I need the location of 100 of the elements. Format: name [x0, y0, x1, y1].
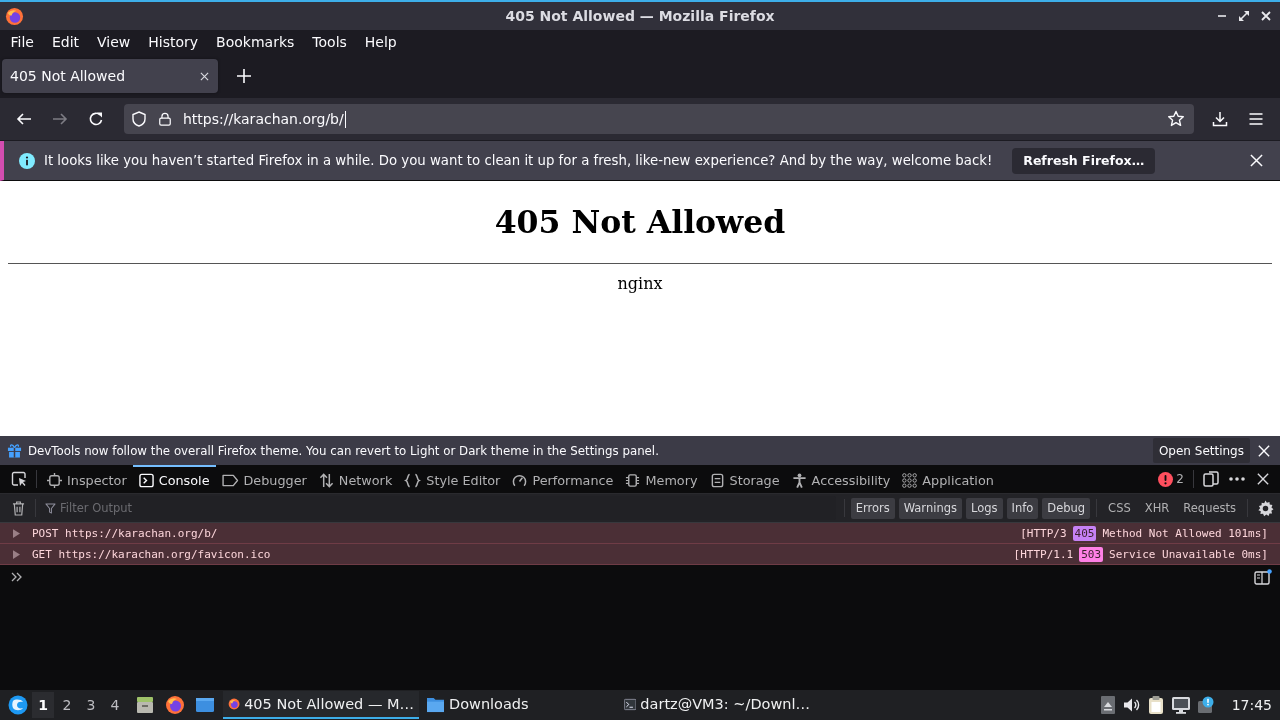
request-filter-toggle[interactable]: XHR: [1139, 497, 1175, 519]
speaker-icon: [1122, 697, 1141, 713]
devtools-tab[interactable]: Network: [312, 465, 399, 493]
reload-icon: [88, 111, 104, 127]
clipboard-icon: [1147, 695, 1164, 715]
close-icon: [1258, 444, 1270, 457]
clock: 17:45: [1231, 697, 1272, 713]
open-settings-button[interactable]: Open Settings: [1152, 438, 1250, 463]
close-icon: [1257, 473, 1269, 485]
address-bar[interactable]: https://karachan.org/b/: [124, 104, 1194, 134]
drawer-icon: [135, 695, 155, 715]
menu-item[interactable]: Tools: [303, 32, 356, 52]
menu-item[interactable]: View: [88, 32, 139, 52]
close-icon: [1261, 11, 1271, 21]
gauge-icon: [512, 472, 528, 488]
folder-icon: [426, 695, 445, 713]
log-level-toggle[interactable]: Errors: [850, 497, 895, 519]
console-icon: [138, 472, 154, 488]
gift-icon: [7, 443, 22, 458]
chevrons-icon: [11, 572, 23, 582]
error-count-button[interactable]: 2: [1153, 471, 1189, 487]
devtools-tab[interactable]: Performance: [506, 465, 620, 493]
shield-icon[interactable]: [131, 111, 147, 127]
person-icon: [791, 472, 807, 488]
up-down-arrows-icon: [318, 472, 334, 488]
close-icon: [199, 71, 209, 81]
window-icon: [195, 695, 215, 715]
menu-icon: [1248, 111, 1264, 127]
more-icon: [1229, 477, 1245, 481]
grid-icon: [902, 472, 918, 488]
taskbar-window-button[interactable]: Downloads: [421, 691, 617, 719]
menu-item[interactable]: Help: [356, 32, 406, 52]
workspace-button[interactable]: 4: [104, 692, 126, 718]
request-filter-toggle[interactable]: Requests: [1178, 497, 1241, 519]
devtools-tab[interactable]: Debugger: [215, 465, 313, 493]
devtools-tab[interactable]: Accessibility: [785, 465, 897, 493]
console-error-row[interactable]: GET https://karachan.org/favicon.ico [HTTP/1.1 503 Service Unavailable 0ms]: [0, 544, 1280, 565]
error-icon: [1158, 471, 1174, 487]
disclosure-triangle-icon[interactable]: [13, 549, 20, 559]
workspace-button[interactable]: 2: [56, 692, 78, 718]
split-window-icon: [1203, 471, 1219, 487]
workspace-button[interactable]: 1: [32, 692, 54, 718]
back-arrow-icon: [16, 111, 32, 127]
trash-icon: [11, 500, 25, 516]
info-icon: [19, 152, 35, 169]
tab-title: 405 Not Allowed: [10, 68, 127, 84]
log-level-toggle[interactable]: Info: [1006, 497, 1039, 519]
devtools-tab[interactable]: Inspector: [41, 465, 133, 493]
console-error-row[interactable]: POST https://karachan.org/b/ [HTTP/3 405 Method Not Allowed 101ms]: [0, 523, 1280, 544]
funnel-icon: [45, 502, 56, 514]
plus-icon: [237, 69, 251, 83]
status-code: 405: [1072, 525, 1097, 541]
maximize-icon: [1239, 11, 1249, 21]
log-level-toggle[interactable]: Logs: [965, 497, 1003, 519]
menu-item[interactable]: Edit: [43, 32, 88, 52]
browser-logo-icon: [5, 6, 24, 26]
lock-icon[interactable]: [158, 111, 172, 127]
disclosure-triangle-icon[interactable]: [13, 528, 20, 538]
network-icon: [1170, 696, 1191, 714]
server-name: nginx: [617, 274, 663, 294]
braces-icon: [404, 472, 422, 488]
browser-tab[interactable]: 405 Not Allowed: [2, 59, 218, 93]
request-line: POST https://karachan.org/b/: [32, 526, 218, 540]
protocol-text: [HTTP/1.1: [1013, 547, 1074, 561]
close-icon: [1249, 154, 1263, 167]
workspace-button[interactable]: 3: [80, 692, 102, 718]
status-code: 503: [1079, 546, 1104, 562]
devtools-tab[interactable]: Storage: [703, 465, 786, 493]
pointer-box-icon: [11, 471, 27, 487]
menu-item[interactable]: History: [139, 32, 207, 52]
menu-item[interactable]: Bookmarks: [207, 32, 303, 52]
devtools-tab[interactable]: Memory: [619, 465, 704, 493]
forward-arrow-icon: [52, 111, 68, 127]
terminal-icon: [624, 696, 637, 712]
log-level-toggle[interactable]: Warnings: [898, 497, 962, 519]
chip-icon: [625, 472, 641, 488]
menu-item[interactable]: File: [2, 32, 43, 52]
sidebar-panel-icon: [1254, 569, 1272, 585]
browser-logo-icon: [165, 695, 185, 715]
page-heading: 405 Not Allowed: [494, 203, 786, 241]
tag-icon: [221, 473, 239, 487]
log-level-toggle[interactable]: Debug: [1042, 497, 1091, 519]
refresh-button[interactable]: Refresh Firefox…: [1012, 147, 1156, 174]
launcher-logo-icon: [8, 695, 28, 715]
window-title: 405 Not Allowed — Mozilla Firefox: [505, 8, 775, 24]
url-text: https://karachan.org/b/: [183, 111, 344, 127]
taskbar-window-button[interactable]: 405 Not Allowed — M…: [223, 691, 419, 719]
storage-icon: [709, 472, 725, 488]
inspector-icon: [47, 472, 62, 488]
devtools-tab[interactable]: Application: [896, 465, 1000, 493]
devtools-tab[interactable]: Style Editor: [398, 465, 507, 493]
notification-icon: [1196, 696, 1215, 714]
status-text: Service Unavailable 0ms]: [1109, 547, 1268, 561]
request-line: GET https://karachan.org/favicon.ico: [32, 547, 271, 561]
request-filter-toggle[interactable]: CSS: [1103, 497, 1136, 519]
protocol-text: [HTTP/3: [1020, 526, 1067, 540]
download-icon: [1212, 111, 1228, 127]
notification-message: It looks like you haven’t started Firefox in a while. Do you want to clean it up for a fresh, like-new experience? And by the way, welcome back!: [44, 153, 993, 168]
taskbar-window-button[interactable]: dartz@VM3: ~/Downl…: [619, 691, 815, 719]
star-icon: [1167, 110, 1185, 128]
